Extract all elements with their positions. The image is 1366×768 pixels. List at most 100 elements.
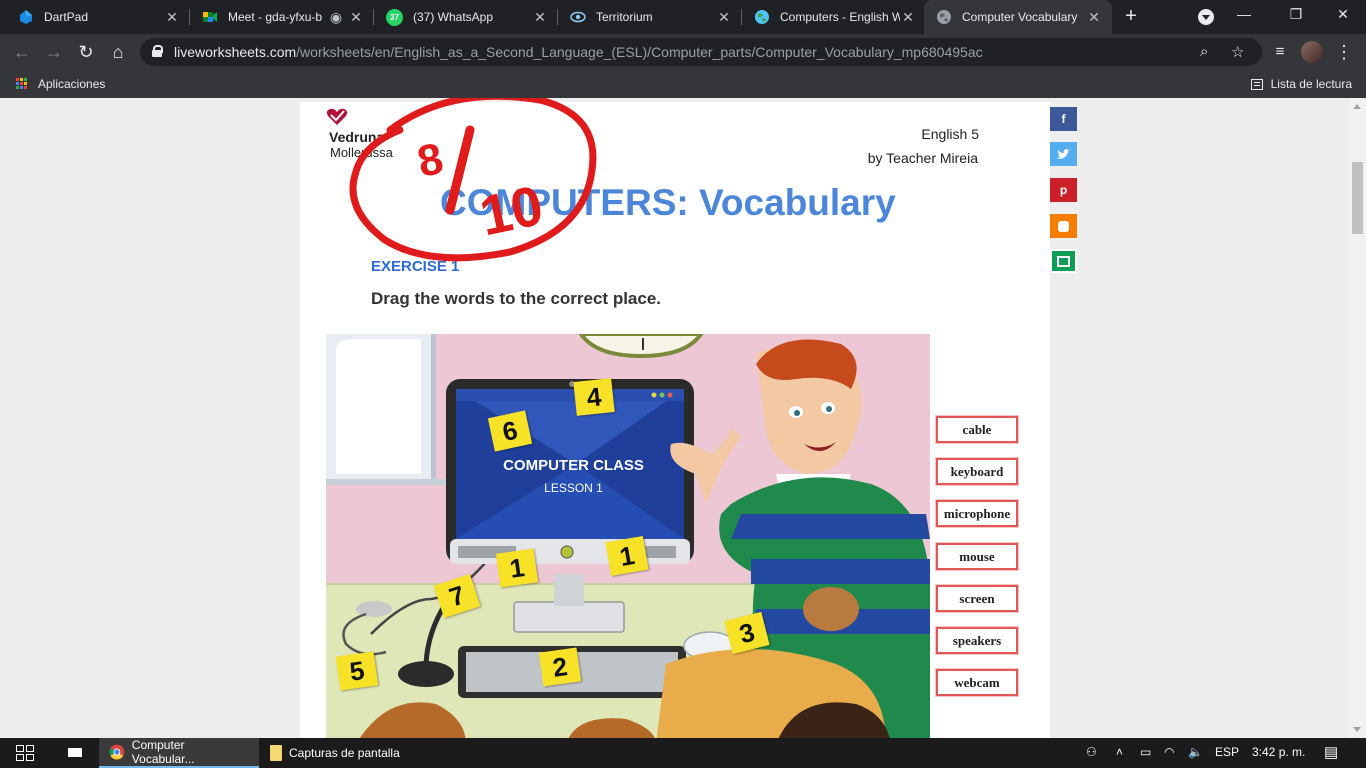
monitor-subtitle: LESSON 1 [544, 481, 603, 495]
taskbar-item-chrome[interactable]: Computer Vocabular... [99, 738, 259, 768]
new-tab-button[interactable]: + [1119, 4, 1143, 30]
battery-icon[interactable]: ▭ [1140, 745, 1151, 759]
language-indicator[interactable]: ESP [1215, 745, 1239, 759]
browser-tab-strip: DartPad ✕ Meet - gda-yfxu-b ◉ ✕ 37 (37) … [0, 0, 1366, 34]
word-speakers[interactable]: speakers [936, 627, 1018, 654]
tab-label: (37) WhatsApp [413, 10, 494, 24]
url-text[interactable]: liveworksheets.com/worksheets/en/English… [174, 44, 983, 60]
dartpad-icon [18, 9, 34, 25]
illustration-drawing [326, 334, 930, 738]
scroll-up-icon[interactable] [1353, 104, 1361, 109]
word-mouse[interactable]: mouse [936, 543, 1018, 570]
windows-taskbar: Computer Vocabular... Capturas de pantal… [0, 738, 1366, 768]
folder-icon [270, 745, 282, 761]
close-icon[interactable]: ✕ [348, 9, 364, 26]
tab-label: DartPad [44, 10, 89, 24]
avatar[interactable] [1301, 41, 1323, 63]
grade-mark: 8 10 [349, 98, 597, 262]
url-host: liveworksheets.com [174, 44, 297, 60]
media-control-icon[interactable]: ≡ [1268, 40, 1292, 64]
twitter-icon[interactable] [1050, 142, 1077, 166]
tab-label: Computer Vocabulary [962, 10, 1078, 24]
number-note: 2 [538, 647, 582, 687]
territorium-icon [570, 9, 586, 25]
address-bar[interactable]: liveworksheets.com/worksheets/en/English… [140, 38, 1262, 66]
number-note: 1 [495, 548, 539, 588]
menu-dots-icon[interactable]: ⋮ [1332, 40, 1356, 64]
minimize-icon[interactable]: — [1234, 6, 1254, 22]
tab-whatsapp[interactable]: 37 (37) WhatsApp ✕ [368, 0, 558, 34]
tab-label: Meet - gda-yfxu-b [228, 10, 323, 24]
grade-score: 8 [413, 134, 447, 187]
url-path: /worksheets/en/English_as_a_Second_Langu… [296, 44, 983, 60]
page-scrollbar[interactable] [1349, 98, 1366, 738]
bookmark-star-icon[interactable]: ☆ [1231, 43, 1244, 61]
word-webcam[interactable]: webcam [936, 669, 1018, 696]
recording-icon: ◉ [329, 8, 343, 25]
restore-icon[interactable]: ❐ [1286, 6, 1306, 23]
desktop-icon[interactable] [68, 748, 82, 757]
zoom-icon[interactable]: ⌕ [1200, 43, 1208, 60]
back-icon[interactable]: ← [10, 40, 34, 64]
close-window-icon[interactable]: ✕ [1333, 6, 1353, 23]
volume-icon[interactable]: 🔈 [1188, 745, 1203, 759]
meet-icon [202, 9, 218, 25]
word-keyboard[interactable]: keyboard [936, 458, 1018, 485]
whatsapp-icon: 37 [386, 8, 403, 26]
globe-icon [936, 9, 952, 25]
classroom-illustration: COMPUTER CLASS LESSON 1 4 6 1 1 7 5 2 3 [326, 334, 930, 738]
chrome-icon [109, 744, 125, 760]
scroll-down-icon[interactable] [1353, 727, 1361, 732]
word-screen[interactable]: screen [936, 585, 1018, 612]
tab-territorium[interactable]: Territorium ✕ [552, 0, 742, 34]
taskbar-item-folder[interactable]: Capturas de pantalla [260, 738, 416, 768]
number-note: 4 [573, 378, 615, 416]
reading-list-label: Lista de lectura [1270, 77, 1352, 91]
reading-list-icon [1250, 78, 1263, 90]
bookmarks-bar: Aplicaciones Lista de lectura [0, 70, 1366, 98]
number-note: 5 [335, 651, 379, 691]
instruction-text: Drag the words to the correct place. [371, 289, 662, 308]
grade-total: 10 [474, 173, 548, 248]
facebook-icon[interactable]: f [1050, 107, 1077, 131]
close-icon[interactable]: ✕ [164, 9, 180, 26]
forward-icon[interactable]: → [42, 40, 66, 64]
close-icon[interactable]: ✕ [900, 9, 916, 26]
pinterest-icon[interactable]: p [1050, 178, 1077, 202]
tab-label: Computers - English W [780, 10, 900, 24]
worksheet: Vedruna Mollerussa English 5 by Teacher … [300, 98, 1050, 738]
tab-computers-english[interactable]: Computers - English W ✕ [736, 0, 926, 34]
classroom-icon[interactable] [1050, 249, 1077, 273]
blogger-icon[interactable] [1050, 214, 1077, 238]
tab-search-icon[interactable] [1198, 9, 1214, 25]
whatsapp-badge: 37 [390, 12, 399, 22]
word-cable[interactable]: cable [936, 416, 1018, 443]
scrollbar-thumb[interactable] [1352, 162, 1363, 234]
close-icon[interactable]: ✕ [532, 9, 548, 26]
chevron-up-icon[interactable]: ˄ [1116, 745, 1123, 759]
task-view-icon[interactable] [16, 745, 36, 761]
tab-computer-vocabulary[interactable]: Computer Vocabulary ✕ [924, 0, 1112, 34]
notifications-icon[interactable]: ▤ [1324, 743, 1338, 761]
apps-grid-icon[interactable] [16, 78, 28, 90]
monitor-title: COMPUTER CLASS [503, 457, 644, 474]
lock-icon[interactable] [152, 45, 163, 57]
taskbar-item-label: Computer Vocabular... [131, 738, 195, 766]
word-microphone[interactable]: microphone [936, 500, 1018, 527]
page-viewport: Vedruna Mollerussa English 5 by Teacher … [0, 98, 1366, 738]
browser-toolbar: ← → ↻ ⌂ liveworksheets.com/worksheets/en… [0, 34, 1366, 70]
home-icon[interactable]: ⌂ [106, 40, 130, 64]
reading-list-button[interactable]: Lista de lectura [1250, 77, 1352, 91]
close-icon[interactable]: ✕ [716, 9, 732, 26]
tab-meet[interactable]: Meet - gda-yfxu-b ◉ ✕ [184, 0, 374, 34]
course-label: English 5 [921, 126, 979, 142]
author-label: by Teacher Mireia [867, 150, 978, 166]
reload-icon[interactable]: ↻ [74, 40, 98, 64]
clock[interactable]: 3:42 p. m. [1252, 745, 1305, 759]
apps-bookmark[interactable]: Aplicaciones [38, 77, 105, 91]
people-icon[interactable]: ⚇ [1086, 745, 1097, 759]
wifi-icon[interactable]: ◠ [1164, 745, 1174, 759]
number-note: 1 [605, 535, 649, 577]
tab-dartpad[interactable]: DartPad ✕ [0, 0, 190, 34]
close-icon[interactable]: ✕ [1086, 9, 1102, 26]
